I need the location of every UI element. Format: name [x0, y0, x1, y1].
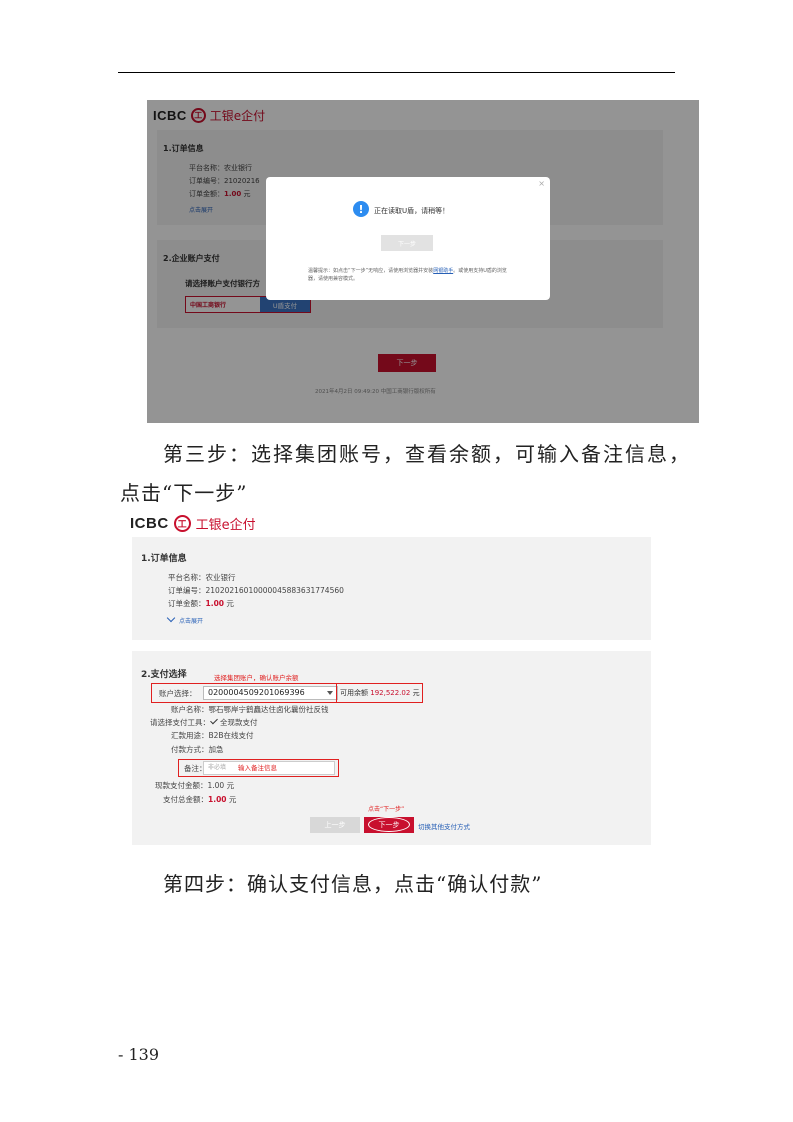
- screenshot-ushield-reading: ICBC 工 工银e企付 1.订单信息 平台名称：农业银行 订单编号：21020…: [147, 100, 699, 423]
- annotation-account: 选择集团账户，确认账户余额: [214, 674, 299, 682]
- account-name: 账户名称：鄂石鄂岸宁鹤矗达住卤化曩份社反钱: [171, 705, 329, 714]
- annotation-remark: 输入备注信息: [238, 764, 277, 772]
- modal-tip: 温馨提示：如点击“下一步”无响应，请使用浏览器并安装网银助手。或使用支持U盾的浏…: [308, 268, 507, 282]
- step3-line1: 第三步：选择集团账号，查看余额，可输入备注信息，: [163, 442, 691, 466]
- page-number: - 139: [118, 1045, 160, 1064]
- step3-line2: 点击“下一步”: [120, 481, 248, 505]
- account-label: 账户选择：: [159, 689, 197, 698]
- pay-method: 付款方式：加急: [171, 745, 224, 754]
- switch-payment-link[interactable]: 切换其他支付方式: [418, 821, 470, 831]
- dropdown-arrow-icon: [327, 691, 333, 695]
- modal-next-button[interactable]: 下一步: [381, 235, 433, 251]
- cash-total: 现款支付金额：1.00 元: [155, 781, 235, 790]
- pay-heading: 2.支付选择: [141, 670, 187, 680]
- assistant-link[interactable]: 网银助手: [433, 268, 453, 274]
- pay-tool[interactable]: 请选择支付工具： 全现款支付: [150, 716, 258, 728]
- ushield-modal: × ! 正在读取U盾，请稍等！ 下一步 温馨提示：如点击“下一步”无响应，请使用…: [266, 177, 550, 300]
- check-icon: [210, 716, 218, 725]
- account-select[interactable]: 0200004509201069396: [203, 686, 338, 700]
- icbc-logo: ICBC 工 工银e企付: [130, 515, 256, 533]
- order-platform: 平台名称：农业银行: [168, 573, 236, 582]
- order-amount: 订单金额：1.00 元: [168, 599, 234, 608]
- highlight-next: [368, 817, 410, 832]
- pay-total: 支付总金额：1.00 元: [163, 795, 237, 804]
- available-balance: 可用余额 192,522.02 元: [340, 689, 420, 697]
- screenshot-payment-select: ICBC 工 工银e企付 1.订单信息 平台名称：农业银行 订单编号：21020…: [124, 508, 664, 850]
- info-icon: !: [353, 201, 369, 217]
- header-rule: [118, 72, 675, 73]
- icbc-seal-icon: 工: [173, 515, 191, 532]
- annotation-next: 点击“下一步”: [368, 806, 405, 813]
- highlight-divider: [336, 683, 337, 703]
- close-icon[interactable]: ×: [538, 179, 545, 188]
- chevron-down-icon: [166, 613, 176, 623]
- expand-link[interactable]: 点击展开: [166, 613, 203, 625]
- order-number: 订单编号：21020216010000045883631774560: [168, 586, 344, 595]
- remit-use: 汇款用途：B2B在线支付: [171, 731, 254, 740]
- order-heading: 1.订单信息: [141, 554, 187, 564]
- prev-button[interactable]: 上一步: [310, 817, 360, 833]
- step4-line: 第四步：确认支付信息，点击“确认付款”: [163, 872, 543, 896]
- modal-message: 正在读取U盾，请稍等！: [374, 207, 450, 215]
